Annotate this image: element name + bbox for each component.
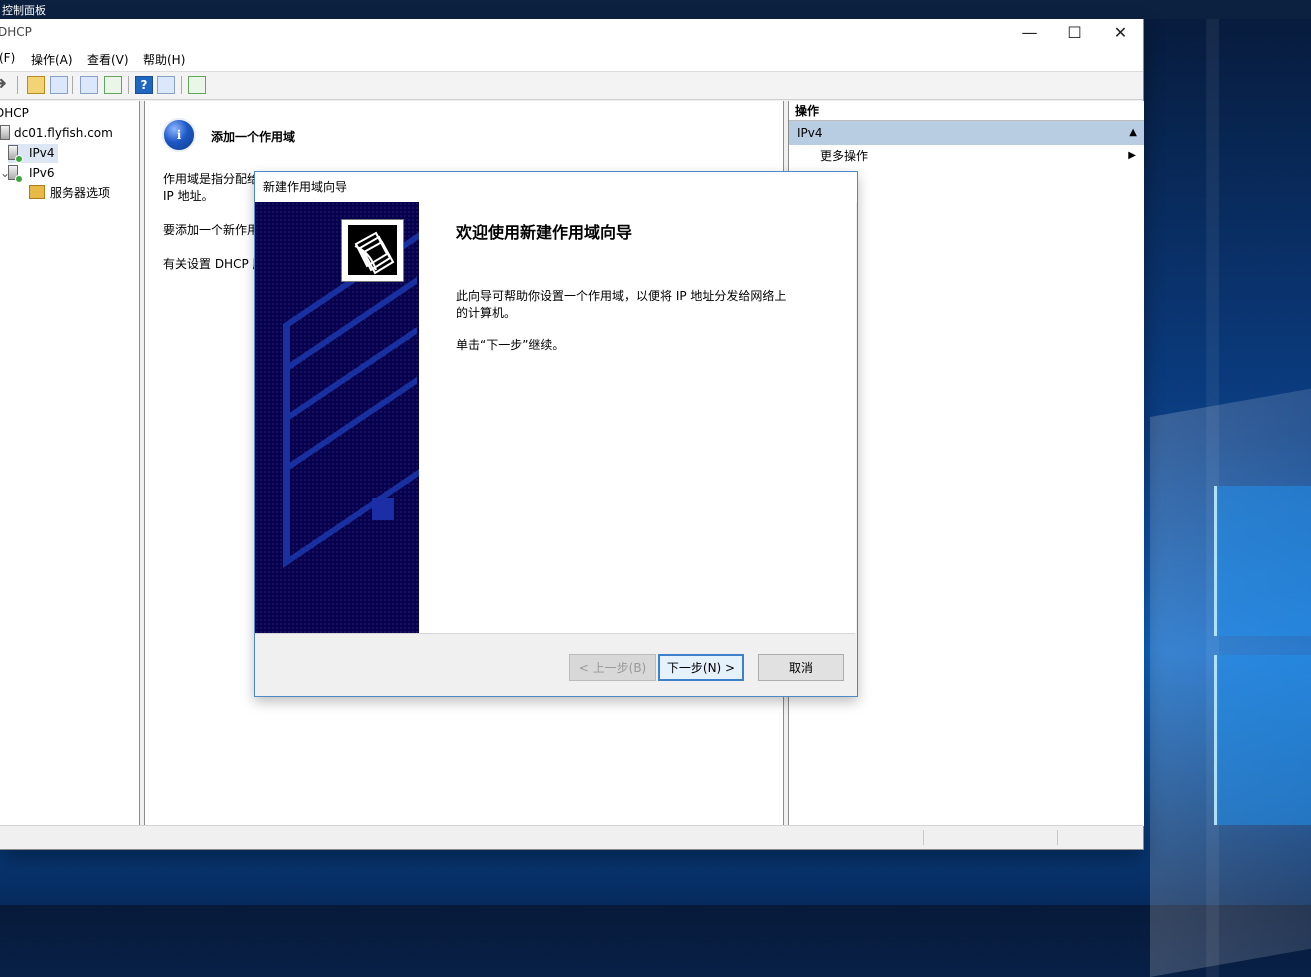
tree-item-server[interactable]: dc01.flyfish.com	[0, 124, 113, 143]
wizard-heading: 欢迎使用新建作用域向导	[456, 223, 633, 242]
tree-item-ipv4[interactable]: IPv4	[8, 144, 58, 163]
chevron-right-icon: ▶	[1128, 150, 1136, 161]
check-icon	[15, 175, 23, 183]
folders-icon	[341, 219, 404, 282]
expand-icon[interactable]: ⌄	[0, 164, 10, 183]
details-text-line-2: IP 地址。	[163, 189, 214, 203]
desktop-window-title-fragment: 控制面板	[0, 0, 1311, 19]
desktop-window-pane-upper	[1214, 486, 1311, 636]
wizard-description-line-2: 的计算机。	[456, 306, 517, 320]
desktop-window-pane-lower	[1214, 655, 1311, 825]
tree-root-dhcp[interactable]: DHCP	[0, 104, 29, 123]
tree-item-ipv6-label: IPv6	[29, 166, 55, 180]
properties-icon[interactable]	[80, 76, 98, 94]
wizard-welcome-page: 欢迎使用新建作用域向导 此向导可帮助你设置一个作用域，以便将 IP 地址分发给网…	[419, 202, 856, 633]
close-button[interactable]: ✕	[1098, 19, 1143, 47]
menu-bar: (F) 操作(A) 查看(V) 帮助(H)	[0, 47, 1143, 71]
menu-view[interactable]: 查看(V)	[87, 51, 129, 68]
details-text-line-4: 有关设置 DHCP 服	[163, 257, 265, 271]
folders-svg	[354, 231, 395, 275]
folders-icon-background	[348, 225, 397, 275]
maximize-button[interactable]: ☐	[1052, 19, 1097, 47]
server-options-icon	[29, 185, 45, 199]
status-bar	[0, 825, 1143, 849]
check-icon	[15, 155, 23, 163]
details-title: 添加一个作用域	[211, 130, 296, 144]
details-text-line-3: 要添加一个新作用	[163, 223, 260, 237]
menu-file[interactable]: (F)	[0, 51, 15, 65]
tree-item-server-label: dc01.flyfish.com	[14, 126, 113, 140]
status-bar-separator	[923, 830, 924, 845]
menu-action[interactable]: 操作(A)	[31, 51, 73, 68]
menu-help[interactable]: 帮助(H)	[143, 51, 185, 68]
toolbar-separator	[128, 76, 129, 94]
back-button[interactable]: < 上一步(B)	[569, 654, 656, 681]
actions-section-label: IPv4	[797, 126, 823, 140]
minimize-button[interactable]: —	[1007, 19, 1052, 47]
new-scope-wizard-dialog: 新建作用域向导 欢迎使用新建作用域向导 此向导可帮助你设置一个作用域，以便将 I…	[254, 171, 858, 697]
console-tree[interactable]: DHCP dc01.flyfish.com IPv4 ⌄ IPv6 服务器选项	[0, 101, 140, 826]
info-icon: i	[162, 118, 196, 152]
cancel-button[interactable]: 取消	[758, 654, 844, 681]
actions-header: 操作	[789, 101, 1144, 121]
forward-icon[interactable]: ➜	[0, 75, 8, 93]
tree-item-ipv6[interactable]: ⌄ IPv6	[0, 164, 55, 183]
more-actions-label: 更多操作	[820, 149, 869, 163]
toolbar-separator	[17, 76, 18, 94]
details-text-line-1: 作用域是指分配给	[163, 172, 260, 186]
refresh-icon[interactable]	[104, 76, 122, 94]
window-title: DHCP	[0, 25, 32, 39]
dialog-title[interactable]: 新建作用域向导	[255, 172, 857, 202]
tree-item-ipv4-label: IPv4	[29, 146, 55, 160]
collapse-icon[interactable]: ▲	[1129, 121, 1137, 145]
wizard-continue-text: 单击“下一步”继续。	[456, 338, 565, 352]
title-bar[interactable]: DHCP — ☐ ✕	[0, 19, 1143, 47]
help-icon[interactable]: ?	[135, 76, 153, 94]
more-actions-item[interactable]: 更多操作 ▶	[789, 145, 1144, 167]
show-hide-console-tree-icon[interactable]	[50, 76, 68, 94]
wizard-description-line-1: 此向导可帮助你设置一个作用域，以便将 IP 地址分发给网络上	[456, 289, 787, 303]
server-icon	[0, 125, 10, 140]
toolbar: ➜ ?	[0, 71, 1143, 100]
status-bar-separator	[1057, 830, 1058, 845]
folder-up-icon[interactable]	[27, 76, 45, 94]
show-action-pane-icon[interactable]	[157, 76, 175, 94]
wizard-button-bar: < 上一步(B) 下一步(N) > 取消	[255, 633, 855, 696]
wizard-side-art	[255, 202, 419, 633]
art-square-shape	[372, 498, 394, 520]
monitor-icon[interactable]	[188, 76, 206, 94]
tree-item-server-options[interactable]: 服务器选项	[29, 184, 110, 203]
actions-section-ipv4[interactable]: IPv4 ▲	[789, 121, 1144, 145]
toolbar-separator	[72, 76, 73, 94]
tree-item-server-options-label: 服务器选项	[50, 186, 111, 200]
toolbar-separator	[181, 76, 182, 94]
next-button[interactable]: 下一步(N) >	[658, 654, 744, 681]
